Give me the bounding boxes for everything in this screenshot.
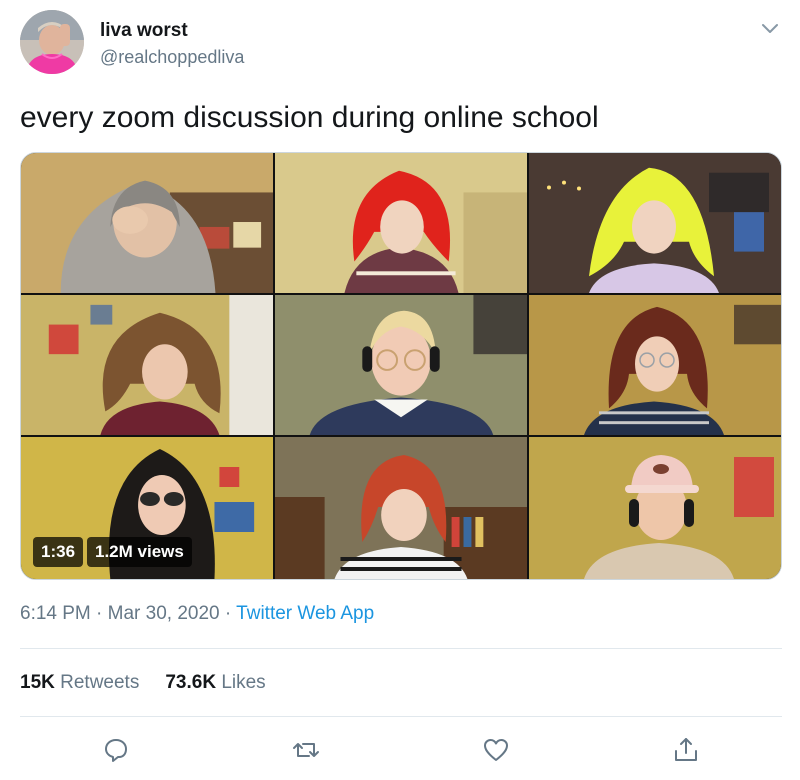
avatar-image bbox=[20, 10, 84, 74]
video-duration-badge: 1:36 bbox=[33, 537, 84, 567]
tweet-header: liva worst @realchoppedliva bbox=[20, 10, 784, 80]
video-tile bbox=[529, 437, 781, 579]
author-name[interactable]: liva worst bbox=[100, 20, 188, 42]
likes-count: 73.6K bbox=[165, 672, 217, 693]
share-icon[interactable] bbox=[672, 736, 700, 764]
retweets-label: Retweets bbox=[54, 672, 140, 693]
video-tile bbox=[275, 295, 529, 437]
retweets-stat[interactable]: 15K Retweets bbox=[20, 672, 139, 694]
tweet-source-link[interactable]: Twitter Web App bbox=[236, 603, 374, 624]
video-tile bbox=[529, 153, 781, 295]
tweet-text: every zoom discussion during online scho… bbox=[20, 101, 599, 134]
video-tile bbox=[529, 295, 781, 437]
like-icon[interactable] bbox=[482, 736, 510, 764]
retweets-count: 15K bbox=[20, 672, 55, 693]
zoom-grid bbox=[21, 153, 781, 579]
video-tile bbox=[275, 437, 529, 579]
video-tile bbox=[21, 295, 275, 437]
tweet-meta: 6:14 PM · Mar 30, 2020 · Twitter Web App bbox=[20, 603, 374, 625]
likes-label: Likes bbox=[216, 672, 266, 693]
divider bbox=[20, 716, 782, 717]
video-tile bbox=[21, 153, 275, 295]
chevron-down-icon[interactable] bbox=[760, 18, 780, 38]
meta-separator: · bbox=[219, 603, 237, 624]
meta-separator: · bbox=[90, 603, 108, 624]
tweet-date[interactable]: Mar 30, 2020 bbox=[108, 603, 220, 624]
video-views-badge: 1.2M views bbox=[87, 537, 192, 567]
author-handle[interactable]: @realchoppedliva bbox=[100, 47, 244, 68]
tweet-actions bbox=[20, 730, 782, 770]
avatar[interactable] bbox=[20, 10, 84, 74]
video-tile bbox=[275, 153, 529, 295]
retweet-icon[interactable] bbox=[292, 736, 320, 764]
likes-stat[interactable]: 73.6K Likes bbox=[165, 672, 265, 694]
divider bbox=[20, 648, 782, 649]
reply-icon[interactable] bbox=[102, 736, 130, 764]
tweet-time[interactable]: 6:14 PM bbox=[20, 603, 91, 624]
video-player[interactable]: 1:36 1.2M views bbox=[20, 152, 782, 580]
tweet-stats: 15K Retweets 73.6K Likes bbox=[20, 672, 292, 694]
